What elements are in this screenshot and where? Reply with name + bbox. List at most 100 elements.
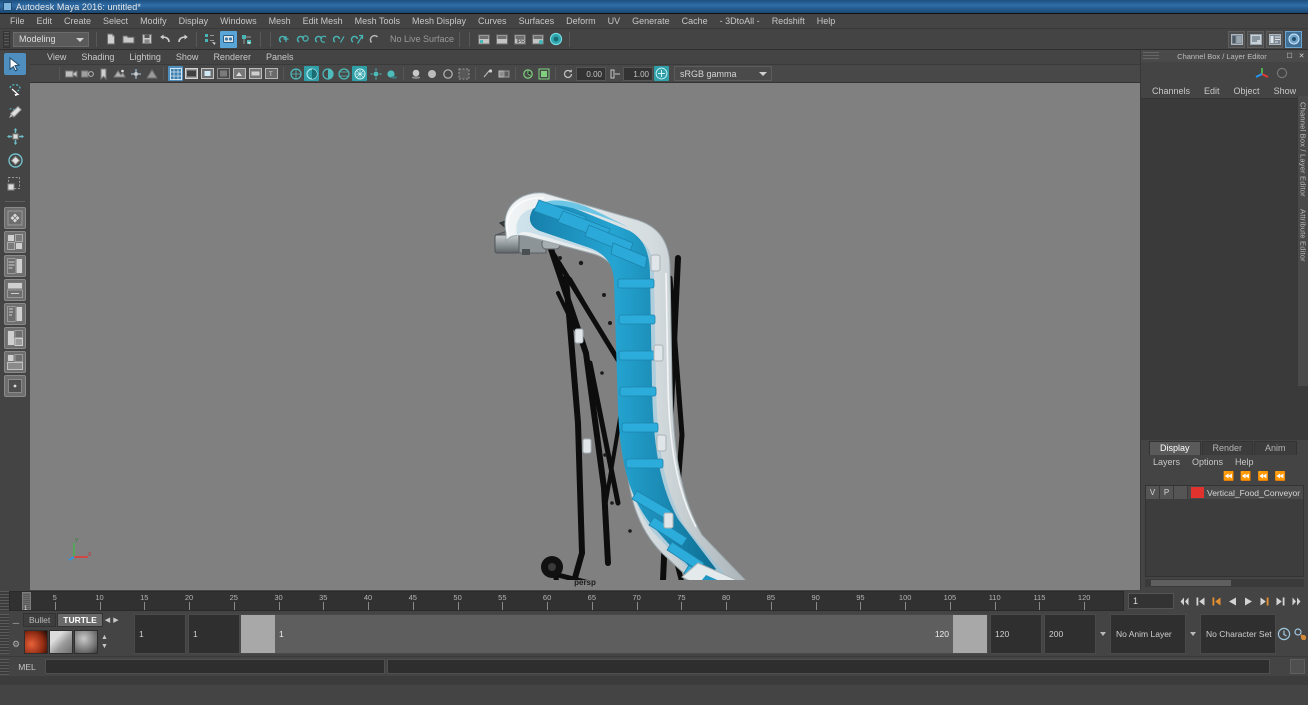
range-start-field[interactable]: 1: [134, 614, 186, 654]
open-scene-icon[interactable]: [120, 31, 137, 48]
hypergraph-persp-layout-icon[interactable]: [4, 303, 26, 325]
toggle-attribute-editor-icon[interactable]: [1247, 30, 1264, 48]
menu-mesh-tools[interactable]: Mesh Tools: [349, 14, 406, 29]
gamma-reset-button[interactable]: [607, 66, 622, 81]
turtle-shader-icon[interactable]: [74, 629, 98, 654]
command-language-label[interactable]: MEL: [9, 662, 45, 672]
camera-icon[interactable]: [64, 66, 79, 81]
character-set-dropdown[interactable]: No Character Set: [1200, 614, 1276, 654]
snap-to-curve-icon[interactable]: [294, 31, 311, 48]
smooth-shade-icon[interactable]: [304, 66, 319, 81]
panel-grip[interactable]: [1143, 52, 1159, 60]
shadows-toggle-icon[interactable]: [384, 66, 399, 81]
layer-scrollbar[interactable]: [1145, 579, 1304, 587]
tab-anim[interactable]: Anim: [1254, 441, 1297, 455]
snap-to-projected-center-icon[interactable]: [330, 31, 347, 48]
anim-layer-dropdown[interactable]: No Anim Layer: [1110, 614, 1186, 654]
ipr-render-icon[interactable]: IPR: [511, 31, 528, 48]
play-forwards-button[interactable]: [1242, 594, 1255, 609]
menu-help[interactable]: Help: [811, 14, 842, 29]
shelf-tab-turtle[interactable]: TURTLE: [57, 612, 103, 627]
make-live-icon[interactable]: [366, 31, 383, 48]
menu-redshift[interactable]: Redshift: [766, 14, 811, 29]
time-slider-grip[interactable]: [0, 591, 9, 611]
animation-preferences-button[interactable]: [1292, 626, 1308, 642]
shelf-spinner[interactable]: ▲ ▼: [99, 634, 110, 650]
xray-active-components-icon[interactable]: [496, 66, 511, 81]
turtle-render-icon[interactable]: [24, 629, 48, 654]
snap-to-view-plane-icon[interactable]: [348, 31, 365, 48]
layer-first-icon[interactable]: ⏪: [1223, 471, 1234, 482]
playback-end-field[interactable]: 120: [990, 614, 1042, 654]
undo-icon[interactable]: [156, 31, 173, 48]
use-all-lights-icon[interactable]: [368, 66, 383, 81]
perspective-viewport[interactable]: Y X persp: [30, 83, 1140, 590]
outliner-persp-layout-icon[interactable]: [4, 279, 26, 301]
shelf-grip[interactable]: [0, 614, 9, 654]
menu-mesh[interactable]: Mesh: [263, 14, 297, 29]
menu-select[interactable]: Select: [97, 14, 134, 29]
current-frame-field[interactable]: 1: [1128, 593, 1174, 609]
channelbox-menu-channels[interactable]: Channels: [1146, 84, 1196, 99]
persp-outliner-layout-icon[interactable]: [4, 351, 26, 373]
menu-file[interactable]: File: [4, 14, 31, 29]
layer-row[interactable]: V P Vertical_Food_Conveyor: [1146, 486, 1303, 499]
two-pane-side-icon[interactable]: [4, 255, 26, 277]
panel-menu-renderer[interactable]: Renderer: [206, 50, 258, 64]
exposure-reset-button[interactable]: [560, 66, 575, 81]
go-to-end-button[interactable]: [1290, 594, 1303, 609]
four-view-layout-icon[interactable]: [4, 231, 26, 253]
panel-menu-show[interactable]: Show: [169, 50, 206, 64]
select-by-hierarchy-icon[interactable]: [202, 31, 219, 48]
shaded-wireframe-icon[interactable]: [336, 66, 351, 81]
menu-edit-mesh[interactable]: Edit Mesh: [297, 14, 349, 29]
toolbar-grip[interactable]: [3, 30, 10, 48]
tab-render[interactable]: Render: [1201, 441, 1254, 455]
wireframe-icon[interactable]: [288, 66, 303, 81]
chevron-down-icon[interactable]: [1190, 632, 1196, 636]
layer-scrollbar-thumb[interactable]: [1151, 580, 1231, 586]
isolate-select-icon[interactable]: [440, 66, 455, 81]
anim-end-field[interactable]: 200: [1044, 614, 1096, 654]
lasso-select-tool[interactable]: [4, 77, 26, 99]
single-perspective-view-icon[interactable]: [4, 207, 26, 229]
menu-windows[interactable]: Windows: [214, 14, 263, 29]
menu-3dtoall[interactable]: - 3DtoAll -: [714, 14, 766, 29]
current-time-indicator[interactable]: 1: [22, 592, 31, 610]
play-backwards-button[interactable]: [1226, 594, 1239, 609]
redo-icon[interactable]: [174, 31, 191, 48]
step-back-keyframe-button[interactable]: [1194, 594, 1207, 609]
menuset-dropdown[interactable]: Modeling: [13, 31, 89, 47]
menu-curves[interactable]: Curves: [472, 14, 513, 29]
shelf-up-icon[interactable]: ▲: [101, 634, 108, 641]
range-end-handle[interactable]: [953, 615, 987, 653]
menu-cache[interactable]: Cache: [676, 14, 714, 29]
toggle-channel-box-icon[interactable]: [1228, 30, 1245, 48]
xray-joints-icon[interactable]: [480, 66, 495, 81]
float-window-icon[interactable]: ☐: [1285, 52, 1294, 61]
channelbox-menu-edit[interactable]: Edit: [1198, 84, 1226, 99]
menu-edit[interactable]: Edit: [31, 14, 59, 29]
menu-modify[interactable]: Modify: [134, 14, 173, 29]
toggle-modeling-toolkit-icon[interactable]: [1285, 30, 1302, 48]
tab-display[interactable]: Display: [1149, 441, 1201, 455]
menu-create[interactable]: Create: [58, 14, 97, 29]
layer-menu-options[interactable]: Options: [1186, 455, 1229, 470]
gamma-icon[interactable]: [248, 66, 263, 81]
time-slider[interactable]: 1 5 10 15 20 25 30 35 40 45 50 55 60 65 70 75 80 85 90 95 1…: [9, 591, 1124, 611]
panel-menu-lighting[interactable]: Lighting: [122, 50, 168, 64]
layer-list[interactable]: V P Vertical_Food_Conveyor: [1145, 485, 1304, 577]
menu-display[interactable]: Display: [173, 14, 215, 29]
layer-prev-icon[interactable]: ⏪: [1240, 471, 1251, 482]
range-slider[interactable]: 1 120: [240, 614, 988, 654]
select-tool[interactable]: [4, 53, 26, 75]
show-render-view-icon[interactable]: [475, 31, 492, 48]
menu-generate[interactable]: Generate: [626, 14, 676, 29]
exposure-value-field[interactable]: 0.00: [576, 66, 606, 81]
flat-shade-icon[interactable]: [320, 66, 335, 81]
layer-next-icon[interactable]: ⏪: [1258, 471, 1269, 482]
range-start-handle[interactable]: [241, 615, 275, 653]
scale-tool[interactable]: [4, 173, 26, 195]
command-input-field[interactable]: [45, 659, 385, 674]
bookmark-icon[interactable]: [96, 66, 111, 81]
